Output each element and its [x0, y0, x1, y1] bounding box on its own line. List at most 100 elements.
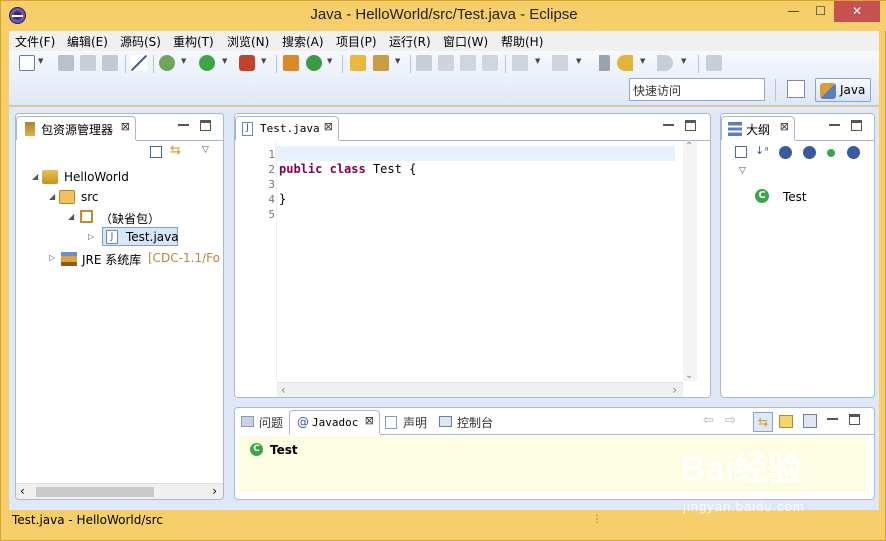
hide-non-public-icon[interactable]	[827, 149, 835, 157]
expanded-icon[interactable]: ◢	[68, 212, 74, 221]
link-with-selection-icon[interactable]: ⇆	[753, 412, 773, 432]
pin-editor-icon[interactable]	[706, 55, 722, 71]
external-tools-icon[interactable]	[239, 55, 255, 71]
collapsed-icon[interactable]: ▷	[49, 253, 55, 262]
menu-navigate[interactable]: 浏览(N)	[227, 33, 269, 50]
open-perspective-icon[interactable]	[787, 80, 805, 98]
tab-javadoc[interactable]: @ Javadoc ⊠	[289, 410, 380, 434]
open-declaration-icon[interactable]	[803, 414, 817, 428]
save-icon[interactable]	[58, 55, 74, 71]
view-menu-icon[interactable]: ▽	[202, 145, 209, 155]
menu-refactor[interactable]: 重构(T)	[173, 33, 214, 50]
scroll-up-icon[interactable]: ⌃	[685, 141, 693, 152]
code-editor[interactable]: 1 2 3 4 5 public class Test { } ⌃ ⌄ ‹ ›	[235, 141, 710, 397]
menu-search[interactable]: 搜索(A)	[282, 33, 324, 50]
hide-fields-icon[interactable]	[779, 146, 792, 159]
quick-access-input[interactable]: 快速访问	[629, 78, 765, 101]
maximize-view-icon[interactable]	[851, 120, 862, 131]
tab-problems[interactable]: 问题	[241, 414, 283, 432]
forward-icon[interactable]: ⇨	[725, 413, 736, 428]
collapse-all-icon[interactable]	[735, 146, 747, 158]
menu-project[interactable]: 项目(P)	[336, 33, 377, 50]
expanded-icon[interactable]: ◢	[32, 172, 38, 181]
hide-static-icon[interactable]	[803, 146, 816, 159]
highlight-icon[interactable]	[438, 55, 454, 71]
view-menu-icon[interactable]: ▽	[739, 166, 746, 176]
maximize-view-icon[interactable]	[685, 120, 696, 131]
horizontal-scrollbar[interactable]: ‹ ›	[16, 483, 223, 499]
debug-icon[interactable]	[159, 55, 175, 71]
menu-file[interactable]: 文件(F)	[15, 33, 55, 50]
close-icon[interactable]: ⊠	[121, 120, 130, 133]
console-label: 控制台	[457, 416, 494, 430]
vertical-scrollbar[interactable]: ⌃ ⌄	[683, 141, 697, 381]
save-all-icon[interactable]	[80, 55, 96, 71]
maximize-button[interactable]: ☐	[807, 1, 834, 22]
tab-package-explorer[interactable]: 包资源管理器 ⊠	[16, 116, 136, 140]
back-icon[interactable]: ⇦	[703, 413, 714, 428]
show-whitespace-icon[interactable]	[482, 55, 498, 71]
new-java-class-icon[interactable]	[306, 55, 322, 71]
menu-help[interactable]: 帮助(H)	[501, 33, 543, 50]
run-icon[interactable]	[199, 55, 215, 71]
sort-icon[interactable]: ↓ᵃ	[755, 144, 769, 157]
tab-outline[interactable]: 大纲 ⊠	[721, 116, 795, 140]
close-icon[interactable]: ⊠	[365, 414, 374, 427]
menu-edit[interactable]: 编辑(E)	[67, 33, 108, 50]
open-type-icon[interactable]	[350, 55, 366, 71]
menu-source[interactable]: 源码(S)	[120, 33, 161, 50]
minimize-view-icon[interactable]	[663, 124, 674, 126]
new-java-package-icon[interactable]	[283, 55, 299, 71]
menu-window[interactable]: 窗口(W)	[443, 33, 488, 50]
scroll-down-icon[interactable]: ⌄	[685, 370, 693, 381]
prev-annotation-icon[interactable]	[552, 55, 568, 71]
print-icon[interactable]	[102, 55, 118, 71]
new-icon[interactable]	[19, 55, 35, 71]
minimize-view-icon[interactable]	[829, 124, 840, 126]
hide-local-types-icon[interactable]	[847, 146, 860, 159]
toggle-mark-icon[interactable]	[416, 55, 432, 71]
close-icon[interactable]: ⊠	[780, 120, 789, 133]
debug-dropdown-icon[interactable]: ▼	[181, 57, 186, 65]
back-icon[interactable]	[617, 55, 633, 71]
external-tools-dropdown-icon[interactable]: ▼	[261, 57, 266, 65]
java-perspective-button[interactable]: Java	[815, 78, 871, 102]
new-dropdown-icon[interactable]: ▼	[38, 57, 43, 65]
last-edit-icon[interactable]	[594, 55, 610, 71]
minimize-button[interactable]: —	[780, 1, 807, 22]
scrollbar-thumb[interactable]	[36, 487, 154, 497]
new-class-dropdown-icon[interactable]: ▼	[327, 57, 332, 65]
back-dropdown-icon[interactable]: ▼	[640, 57, 645, 65]
close-icon[interactable]: ⊠	[324, 120, 333, 133]
next-annotation-dropdown-icon[interactable]: ▼	[535, 57, 540, 65]
forward-icon[interactable]	[657, 55, 673, 71]
scroll-left-icon[interactable]: ‹	[281, 383, 286, 397]
block-selection-icon[interactable]	[460, 55, 476, 71]
close-button[interactable]: ✕	[834, 1, 880, 22]
expanded-icon[interactable]: ◢	[49, 192, 55, 201]
run-dropdown-icon[interactable]: ▼	[222, 57, 227, 65]
skip-breakpoints-icon[interactable]	[131, 55, 147, 71]
scroll-right-icon[interactable]: ›	[212, 484, 217, 498]
collapse-all-icon[interactable]	[150, 146, 162, 158]
maximize-view-icon[interactable]	[200, 120, 211, 131]
forward-dropdown-icon[interactable]: ▼	[681, 57, 686, 65]
tab-declaration[interactable]: 声明	[385, 414, 427, 432]
tab-test-java[interactable]: J Test.java ⊠	[235, 116, 339, 140]
next-annotation-icon[interactable]	[512, 55, 528, 71]
tab-console[interactable]: 控制台	[439, 414, 493, 432]
minimize-view-icon[interactable]	[178, 124, 189, 126]
collapsed-icon[interactable]: ▷	[88, 232, 94, 241]
search-dropdown-icon[interactable]: ▼	[395, 57, 400, 65]
prev-annotation-dropdown-icon[interactable]: ▼	[576, 57, 581, 65]
scroll-right-icon[interactable]: ›	[672, 383, 677, 397]
maximize-view-icon[interactable]	[849, 414, 860, 425]
menu-run[interactable]: 运行(R)	[389, 33, 431, 50]
minimize-view-icon[interactable]	[827, 418, 838, 420]
scroll-left-icon[interactable]: ‹	[20, 484, 25, 498]
horizontal-scrollbar[interactable]: ‹ ›	[277, 382, 683, 397]
open-attached-javadoc-icon[interactable]	[779, 415, 793, 428]
watermark-sub: jingyan.baidu.com	[683, 499, 805, 514]
search-icon[interactable]	[373, 55, 389, 71]
link-with-editor-icon[interactable]: ⇆	[170, 144, 186, 159]
